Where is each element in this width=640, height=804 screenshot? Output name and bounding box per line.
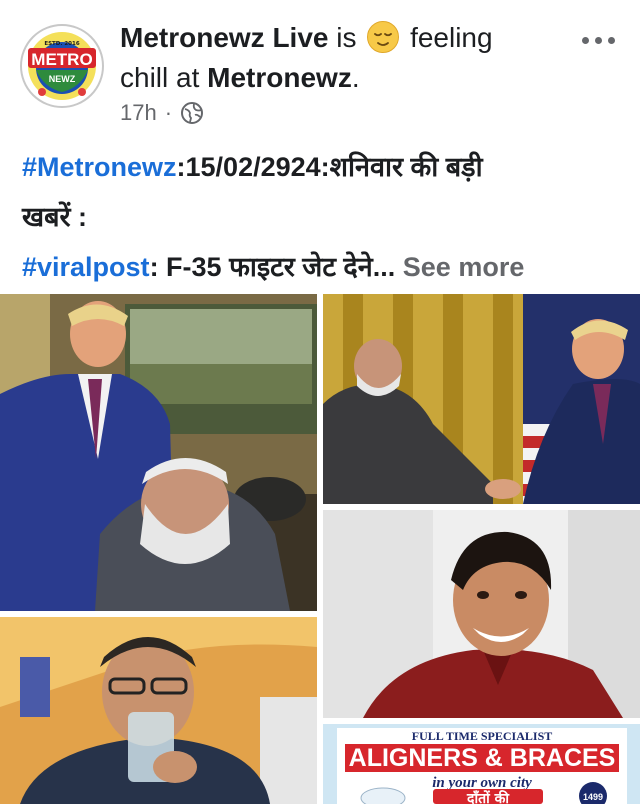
hashtag-viralpost[interactable]: #viralpost [22,252,150,282]
post-header: ESTD. 2016 METRO NEWZ Metronewz Live is … [0,0,640,140]
ad-line4: दाँतों की [466,790,510,804]
globe-icon[interactable] [180,101,204,125]
author-name[interactable]: Metronewz Live [120,22,328,53]
body-line2: खबरें : [22,202,88,232]
activity-text: chill at [120,62,200,93]
photo-aligners-braces-ad[interactable]: FULL TIME SPECIALIST ALIGNERS & BRACES i… [323,724,640,804]
more-options-icon[interactable] [578,28,618,52]
post-body: #Metronewz:15/02/2924:शनिवार की बड़ी खबर… [22,142,622,292]
ad-badge: 1499 [583,792,603,802]
place-suffix: . [351,62,360,93]
post-header-text: Metronewz Live is feeling chill at Metro… [120,18,570,98]
photo-grid: FULL TIME SPECIALIST ALIGNERS & BRACES i… [0,294,640,804]
photo-trump-modi-meeting[interactable] [0,294,317,611]
hashtag-metronewz[interactable]: #Metronewz [22,152,177,182]
logo-sub-text: NEWZ [49,74,76,84]
post-time[interactable]: 17h [120,100,157,126]
relieved-face-emoji-icon [367,21,400,53]
page-avatar[interactable]: ESTD. 2016 METRO NEWZ [20,24,104,108]
place-name[interactable]: Metronewz [207,62,352,93]
photo-smiling-young-man[interactable] [323,510,640,718]
body-line3: : F-35 फाइटर जेट देने... [149,252,396,282]
ad-line1: FULL TIME SPECIALIST [412,729,553,743]
body-line1: :15/02/2924:शनिवार की बड़ी [176,152,483,182]
feeling-text: feeling [410,22,493,53]
ad-line2: ALIGNERS & BRACES [349,744,616,772]
photo-modi-trump-handshake[interactable] [323,294,640,504]
is-text: is [336,22,357,53]
photo-kejriwal-drinking-water[interactable] [0,617,317,804]
logo-top-text: ESTD. 2016 [44,41,80,47]
metronewz-logo: ESTD. 2016 METRO NEWZ [24,28,100,104]
ad-line3: in your own city [432,775,532,791]
post-meta: 17h · [120,100,204,126]
meta-separator: · [164,100,173,125]
logo-main-text: METRO [31,50,92,69]
see-more-link[interactable]: See more [403,252,525,282]
